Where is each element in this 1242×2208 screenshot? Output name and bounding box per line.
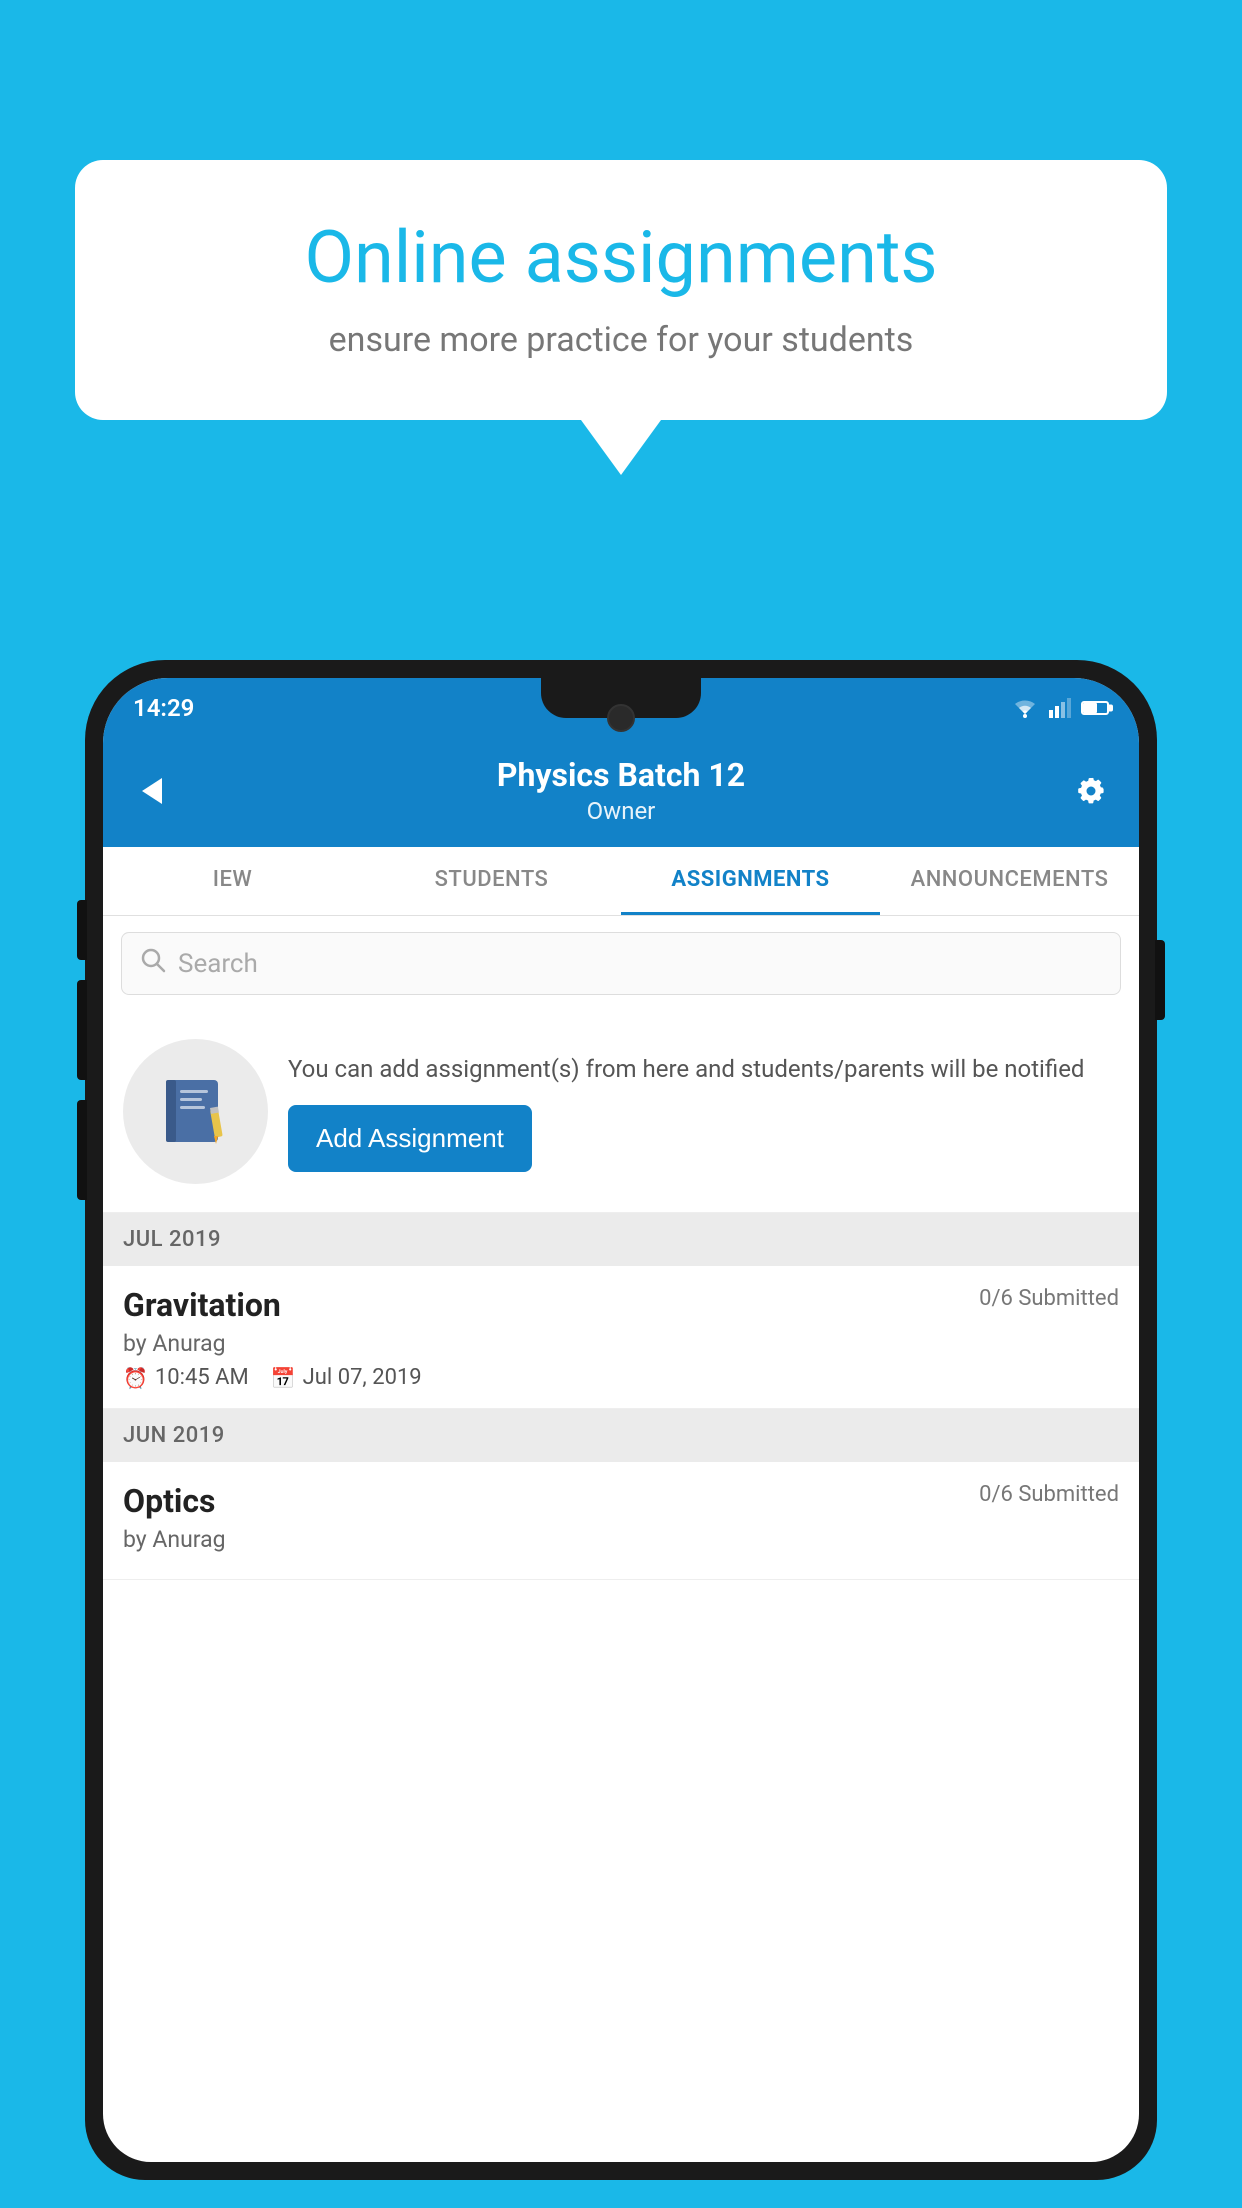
add-assignment-button[interactable]: Add Assignment	[288, 1105, 532, 1172]
phone-notch	[541, 678, 701, 718]
section-header-jun: JUN 2019	[103, 1409, 1139, 1462]
assignment-meta-gravitation: ⏰ 10:45 AM 📅 Jul 07, 2019	[123, 1365, 1119, 1390]
assignment-item-gravitation[interactable]: Gravitation 0/6 Submitted by Anurag ⏰ 10…	[103, 1266, 1139, 1409]
signal-icon	[1049, 698, 1071, 718]
battery-icon	[1081, 701, 1109, 715]
status-icons	[1011, 698, 1109, 718]
assignment-name-gravitation: Gravitation	[123, 1286, 281, 1324]
speech-bubble-title: Online assignments	[135, 215, 1107, 300]
phone-volume-down-button	[77, 1100, 87, 1200]
search-icon	[140, 947, 166, 980]
search-container: Search	[103, 916, 1139, 1011]
assignment-by-optics: by Anurag	[123, 1526, 1119, 1553]
tab-announcements[interactable]: ANNOUNCEMENTS	[880, 847, 1139, 915]
meta-date-gravitation: 📅 Jul 07, 2019	[271, 1365, 422, 1390]
tabs-container: IEW STUDENTS ASSIGNMENTS ANNOUNCEMENTS	[103, 847, 1139, 916]
phone-power-button	[1155, 940, 1165, 1020]
settings-button[interactable]	[1065, 766, 1115, 816]
back-arrow-icon	[142, 778, 162, 804]
phone-outer: 14:29	[85, 660, 1157, 2180]
phone-camera	[607, 704, 635, 732]
clock-icon: ⏰	[123, 1366, 148, 1390]
wifi-icon	[1011, 698, 1039, 718]
speech-bubble: Online assignments ensure more practice …	[75, 160, 1167, 420]
promo-text: You can add assignment(s) from here and …	[288, 1051, 1119, 1087]
meta-time-gravitation: ⏰ 10:45 AM	[123, 1365, 249, 1390]
assignment-name-optics: Optics	[123, 1482, 215, 1520]
header-title: Physics Batch 12	[497, 756, 745, 794]
search-bar[interactable]: Search	[121, 932, 1121, 995]
gear-icon	[1072, 773, 1108, 809]
assignment-item-top: Gravitation 0/6 Submitted	[123, 1286, 1119, 1324]
assignment-date-gravitation: Jul 07, 2019	[303, 1365, 422, 1390]
assignment-by-gravitation: by Anurag	[123, 1330, 1119, 1357]
back-button[interactable]	[127, 766, 177, 816]
speech-bubble-container: Online assignments ensure more practice …	[75, 160, 1167, 475]
phone-mute-button	[77, 900, 87, 960]
promo-icon-circle	[123, 1039, 268, 1184]
phone-wrapper: 14:29	[85, 660, 1157, 2208]
app-header: Physics Batch 12 Owner	[103, 738, 1139, 847]
assignment-submitted-optics: 0/6 Submitted	[979, 1482, 1119, 1507]
assignment-item-optics[interactable]: Optics 0/6 Submitted by Anurag	[103, 1462, 1139, 1580]
assignment-time-gravitation: 10:45 AM	[155, 1365, 249, 1390]
promo-content: You can add assignment(s) from here and …	[288, 1051, 1119, 1172]
tab-assignments[interactable]: ASSIGNMENTS	[621, 847, 880, 915]
notebook-icon	[156, 1072, 236, 1152]
tab-iew[interactable]: IEW	[103, 847, 362, 915]
calendar-icon: 📅	[271, 1366, 296, 1390]
assignment-promo: You can add assignment(s) from here and …	[103, 1011, 1139, 1213]
section-header-jul: JUL 2019	[103, 1213, 1139, 1266]
assignment-item-top-optics: Optics 0/6 Submitted	[123, 1482, 1119, 1520]
tab-students[interactable]: STUDENTS	[362, 847, 621, 915]
phone-screen: 14:29	[103, 678, 1139, 2162]
header-subtitle: Owner	[497, 797, 745, 825]
assignment-submitted-gravitation: 0/6 Submitted	[979, 1286, 1119, 1311]
phone-volume-up-button	[77, 980, 87, 1080]
status-time: 14:29	[133, 694, 194, 722]
speech-bubble-subtitle: ensure more practice for your students	[135, 320, 1107, 360]
search-placeholder: Search	[178, 949, 258, 979]
speech-bubble-arrow	[581, 420, 661, 475]
header-title-group: Physics Batch 12 Owner	[497, 756, 745, 825]
